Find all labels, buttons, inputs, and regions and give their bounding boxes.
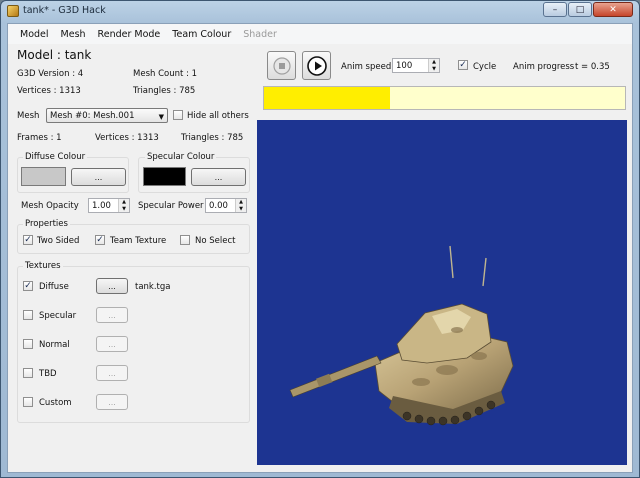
anim-progress-value: t = 0.35 [575, 62, 610, 72]
normal-texture-checkbox[interactable] [23, 339, 33, 349]
anim-speed-value: 100 [396, 60, 413, 71]
model-triangles: Triangles : 785 [133, 86, 196, 96]
spin-arrows-icon[interactable]: ▲ ▼ [235, 199, 246, 212]
specular-colour-button[interactable]: ... [191, 168, 246, 186]
two-sided-checkbox[interactable]: ✓ [23, 235, 33, 245]
model-title: Model : tank [17, 48, 92, 62]
mesh-vertices: Vertices : 1313 [95, 133, 159, 143]
3d-viewport[interactable] [257, 120, 627, 465]
team-texture-label: Team Texture [110, 236, 167, 246]
play-icon [306, 55, 327, 76]
specular-texture-label: Specular [39, 311, 77, 321]
specular-colour-swatch [143, 167, 186, 186]
tbd-texture-button[interactable]: ... [96, 365, 128, 381]
client-area: Model Mesh Render Mode Team Colour Shade… [7, 23, 633, 473]
stop-button[interactable] [267, 51, 296, 80]
app-icon [7, 5, 19, 17]
window-title: tank* - G3D Hack [23, 5, 106, 16]
normal-texture-label: Normal [39, 340, 70, 350]
mesh-triangles: Triangles : 785 [181, 133, 244, 143]
two-sided-label: Two Sided [37, 236, 80, 246]
normal-texture-button[interactable]: ... [96, 336, 128, 352]
chevron-down-icon: ▼ [158, 113, 164, 121]
minimize-button[interactable]: – [543, 2, 567, 17]
custom-texture-checkbox[interactable] [23, 397, 33, 407]
custom-texture-label: Custom [39, 398, 72, 408]
specular-power-input[interactable]: 0.00 ▲ ▼ [205, 198, 247, 213]
g3d-version: G3D Version : 4 [17, 69, 84, 79]
anim-progress-bar[interactable] [263, 86, 626, 110]
mesh-count: Mesh Count : 1 [133, 69, 197, 79]
specular-power-value: 0.00 [209, 200, 228, 211]
mesh-frames: Frames : 1 [17, 133, 62, 143]
play-button[interactable] [302, 51, 331, 80]
properties-title: Properties [23, 219, 70, 229]
cycle-label: Cycle [473, 62, 497, 72]
diffuse-texture-button[interactable]: ... [96, 278, 128, 294]
diffuse-texture-checkbox[interactable]: ✓ [23, 281, 33, 291]
menu-render-mode[interactable]: Render Mode [92, 29, 167, 40]
anim-progress-label: Anim progress [513, 62, 575, 72]
anim-speed-label: Anim speed [341, 62, 392, 72]
mesh-opacity-value: 1.00 [92, 200, 111, 211]
diffuse-texture-label: Diffuse [39, 282, 69, 292]
spin-arrows-icon[interactable]: ▲ ▼ [118, 199, 129, 212]
hide-all-others-label: Hide all others [187, 111, 249, 121]
app-window: tank* - G3D Hack – □ ✕ Model Mesh Render… [0, 0, 640, 478]
maximize-button[interactable]: □ [568, 2, 592, 17]
menu-team-colour[interactable]: Team Colour [166, 29, 237, 40]
specular-colour-title: Specular Colour [145, 152, 217, 162]
diffuse-colour-button[interactable]: ... [71, 168, 126, 186]
menu-model[interactable]: Model [14, 29, 55, 40]
mesh-opacity-label: Mesh Opacity [21, 201, 79, 211]
mesh-select-value: Mesh #0: Mesh.001 [50, 110, 135, 121]
cycle-checkbox[interactable]: ✓ [458, 60, 468, 70]
specular-texture-checkbox[interactable] [23, 310, 33, 320]
stop-icon [272, 56, 291, 75]
tbd-texture-checkbox[interactable] [23, 368, 33, 378]
hide-all-others-checkbox[interactable] [173, 110, 183, 120]
title-bar[interactable]: tank* - G3D Hack – □ ✕ [1, 1, 639, 21]
menu-shader[interactable]: Shader [237, 29, 283, 40]
anim-speed-input[interactable]: 100 ▲ ▼ [392, 58, 440, 73]
diffuse-colour-title: Diffuse Colour [23, 152, 88, 162]
menu-mesh[interactable]: Mesh [55, 29, 92, 40]
specular-texture-button[interactable]: ... [96, 307, 128, 323]
mesh-select[interactable]: Mesh #0: Mesh.001 ▼ [46, 108, 168, 123]
textures-title: Textures [23, 261, 63, 271]
model-vertices: Vertices : 1313 [17, 86, 81, 96]
mesh-opacity-input[interactable]: 1.00 ▲ ▼ [88, 198, 130, 213]
anim-progress-fill [264, 87, 391, 109]
spin-arrows-icon[interactable]: ▲ ▼ [428, 59, 439, 72]
no-select-label: No Select [195, 236, 236, 246]
diffuse-colour-swatch [21, 167, 66, 186]
menu-bar: Model Mesh Render Mode Team Colour Shade… [8, 24, 632, 44]
no-select-checkbox[interactable] [180, 235, 190, 245]
tbd-texture-label: TBD [39, 369, 57, 379]
team-texture-checkbox[interactable]: ✓ [95, 235, 105, 245]
mesh-label: Mesh [17, 111, 40, 121]
close-button[interactable]: ✕ [593, 2, 633, 17]
tank-model-render [289, 245, 514, 426]
diffuse-texture-file: tank.tga [135, 282, 171, 292]
specular-power-label: Specular Power [138, 201, 204, 211]
custom-texture-button[interactable]: ... [96, 394, 128, 410]
